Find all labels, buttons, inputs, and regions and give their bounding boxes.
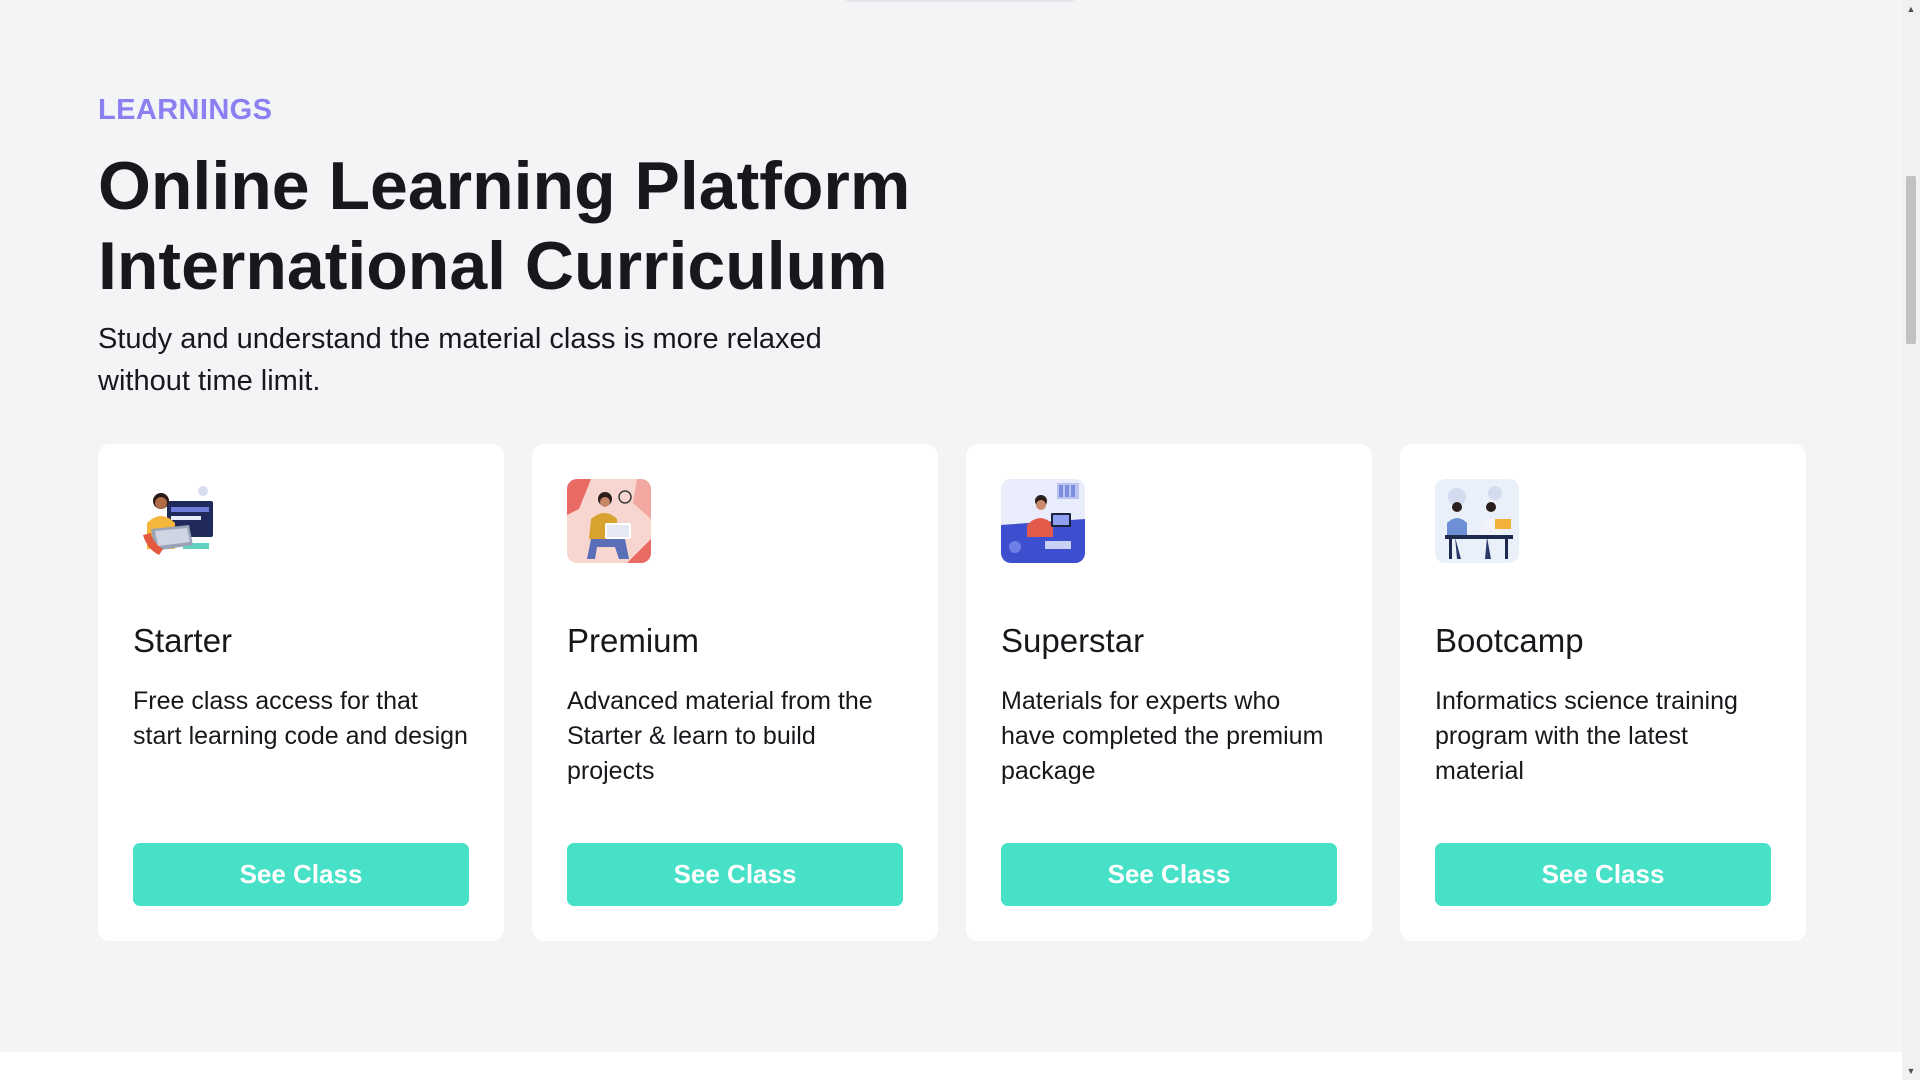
card-description: Informatics science training program wit… (1435, 687, 1738, 785)
page-scrollbar[interactable]: ▲ ▼ (1902, 0, 1920, 1080)
developer-at-desk-illustration (1001, 479, 1085, 563)
section-title-line-1: Online Learning Platform (98, 148, 911, 224)
section-title-line-2: International Curriculum (98, 228, 888, 304)
card-premium: Premium Advanced material from the Start… (532, 444, 938, 941)
next-section-band (0, 1052, 1902, 1080)
see-class-button[interactable]: See Class (1435, 843, 1771, 906)
card-description: Advanced material from the Starter & lea… (567, 687, 873, 785)
section-eyebrow: LEARNINGS (98, 94, 273, 126)
card-starter: Starter Free class access for that start… (98, 444, 504, 941)
team-meeting-illustration (1435, 479, 1519, 563)
card-description: Materials for experts who have completed… (1001, 687, 1324, 785)
student-with-laptop-illustration (133, 479, 217, 563)
top-decorative-pill (845, 0, 1075, 2)
scrollbar-thumb[interactable] (1906, 176, 1916, 344)
triangle-up-icon[interactable]: ▲ (1902, 0, 1920, 18)
class-cards: Starter Free class access for that start… (98, 444, 1806, 941)
see-class-button[interactable]: See Class (133, 843, 469, 906)
person-reading-illustration (567, 479, 651, 563)
card-title: Starter (133, 622, 233, 659)
see-class-button[interactable]: See Class (1001, 843, 1337, 906)
card-description: Free class access for that start learnin… (133, 687, 468, 750)
card-bootcamp: Bootcamp Informatics science training pr… (1400, 444, 1806, 941)
triangle-down-icon[interactable]: ▼ (1902, 1062, 1920, 1080)
card-title: Premium (567, 622, 700, 659)
card-title: Superstar (1001, 622, 1145, 659)
section-subtitle: Study and understand the material class … (98, 323, 822, 397)
card-superstar: Superstar Materials for experts who have… (966, 444, 1372, 941)
card-title: Bootcamp (1435, 622, 1584, 659)
section-title: Online Learning Platform International C… (98, 146, 998, 306)
see-class-button[interactable]: See Class (567, 843, 903, 906)
